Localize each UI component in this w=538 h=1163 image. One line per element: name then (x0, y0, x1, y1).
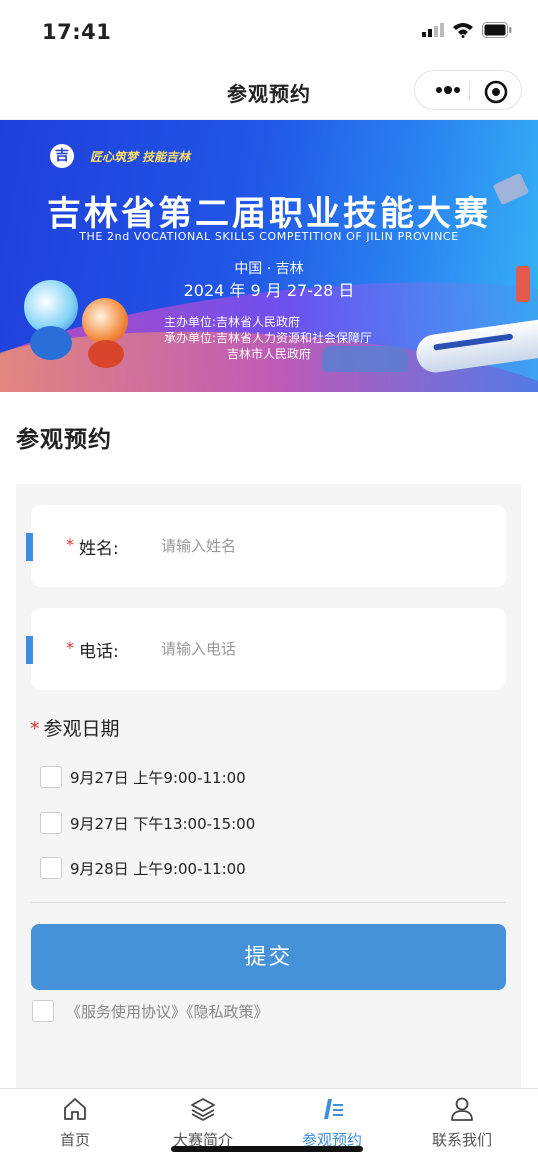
competition-logo: 吉 (50, 144, 74, 168)
banner-subtitle: THE 2nd VOCATIONAL SKILLS COMPETITION OF… (79, 230, 459, 243)
wifi-icon (453, 23, 473, 38)
mini-program-capsule (414, 70, 522, 110)
mascot-illustration (88, 340, 124, 368)
name-input[interactable] (161, 529, 481, 563)
mascot-illustration (30, 326, 72, 360)
visit-date-label: 参观日期 (43, 718, 120, 740)
target-close-icon (484, 80, 508, 104)
layers-icon (191, 1098, 215, 1121)
date-option[interactable]: 9月27日 下午13:00-15:00 (40, 811, 255, 835)
field-accent-bar (26, 636, 33, 664)
tab-intro[interactable]: 大赛简介 (148, 1095, 258, 1150)
required-mark: * (66, 638, 74, 657)
banner-slogan: 匠心筑梦 技能吉林 (90, 150, 191, 164)
banner-place: 中国 · 吉林 (234, 261, 304, 277)
date-checkbox[interactable] (40, 857, 62, 879)
banner-co-organizer: 吉林市人民政府 (227, 347, 312, 361)
banner-date: 2024 年 9 月 27-28 日 (183, 281, 355, 300)
more-dots-icon (436, 86, 460, 94)
navbar: 参观预约 (0, 62, 538, 120)
date-checkbox[interactable] (40, 766, 62, 788)
form-divider (31, 902, 506, 903)
agreement-links[interactable]: 《服务使用协议》《隐私政策》 (66, 1001, 269, 1022)
capsule-divider (469, 81, 470, 101)
person-icon (451, 1097, 473, 1121)
close-button[interactable] (483, 79, 509, 105)
required-mark: * (30, 718, 40, 740)
car-illustration (322, 346, 408, 372)
phone-field: * 电话: (26, 608, 506, 690)
agreement-checkbox[interactable] (32, 1000, 54, 1022)
battery-icon (482, 22, 512, 38)
visit-date-heading: * 参观日期 (30, 714, 120, 741)
date-option[interactable]: 9月27日 上午9:00-11:00 (40, 765, 246, 789)
banner-organizer: 主办单位:吉林省人民政府 (164, 315, 301, 329)
status-bar: 17:41 (0, 0, 538, 62)
banner-title: 吉林省第二届职业技能大赛 (47, 194, 491, 234)
edit-list-icon (324, 1099, 343, 1119)
home-indicator (171, 1146, 363, 1152)
tab-home[interactable]: 首页 (20, 1095, 130, 1150)
signal-icon (422, 23, 444, 37)
more-button[interactable] (429, 77, 467, 103)
date-option[interactable]: 9月28日 上午9:00-11:00 (40, 856, 246, 880)
agreement-row: 《服务使用协议》《隐私政策》 (32, 1000, 269, 1022)
banner-co-organizer: 承办单位:吉林省人力资源和社会保障厅 (164, 331, 373, 345)
name-label: 姓名: (79, 539, 119, 559)
date-option-label: 9月27日 上午9:00-11:00 (70, 768, 246, 787)
phone-input[interactable] (161, 632, 481, 666)
date-option-label: 9月27日 下午13:00-15:00 (70, 814, 256, 833)
date-option-label: 9月28日 上午9:00-11:00 (70, 859, 246, 878)
name-field: * 姓名: (26, 505, 506, 587)
competition-banner: 吉 匠心筑梦 技能吉林 吉林省第二届职业技能大赛 THE 2nd VOCATIO… (0, 120, 538, 392)
section-title: 参观预约 (16, 427, 112, 453)
tab-label: 联系我们 (431, 1131, 492, 1149)
phone-label: 电话: (79, 642, 119, 662)
tab-reservation[interactable]: 参观预约 (277, 1095, 387, 1150)
tower-illustration (516, 266, 530, 302)
status-time: 17:41 (42, 20, 112, 44)
submit-button[interactable]: 提交 (31, 924, 506, 990)
date-checkbox[interactable] (40, 812, 62, 834)
field-accent-bar (26, 533, 33, 561)
mascot-illustration (82, 298, 128, 344)
tab-label: 首页 (59, 1131, 90, 1149)
status-icons (422, 22, 512, 38)
tab-contact[interactable]: 联系我们 (407, 1095, 517, 1150)
home-icon (64, 1098, 86, 1120)
required-mark: * (66, 535, 74, 554)
